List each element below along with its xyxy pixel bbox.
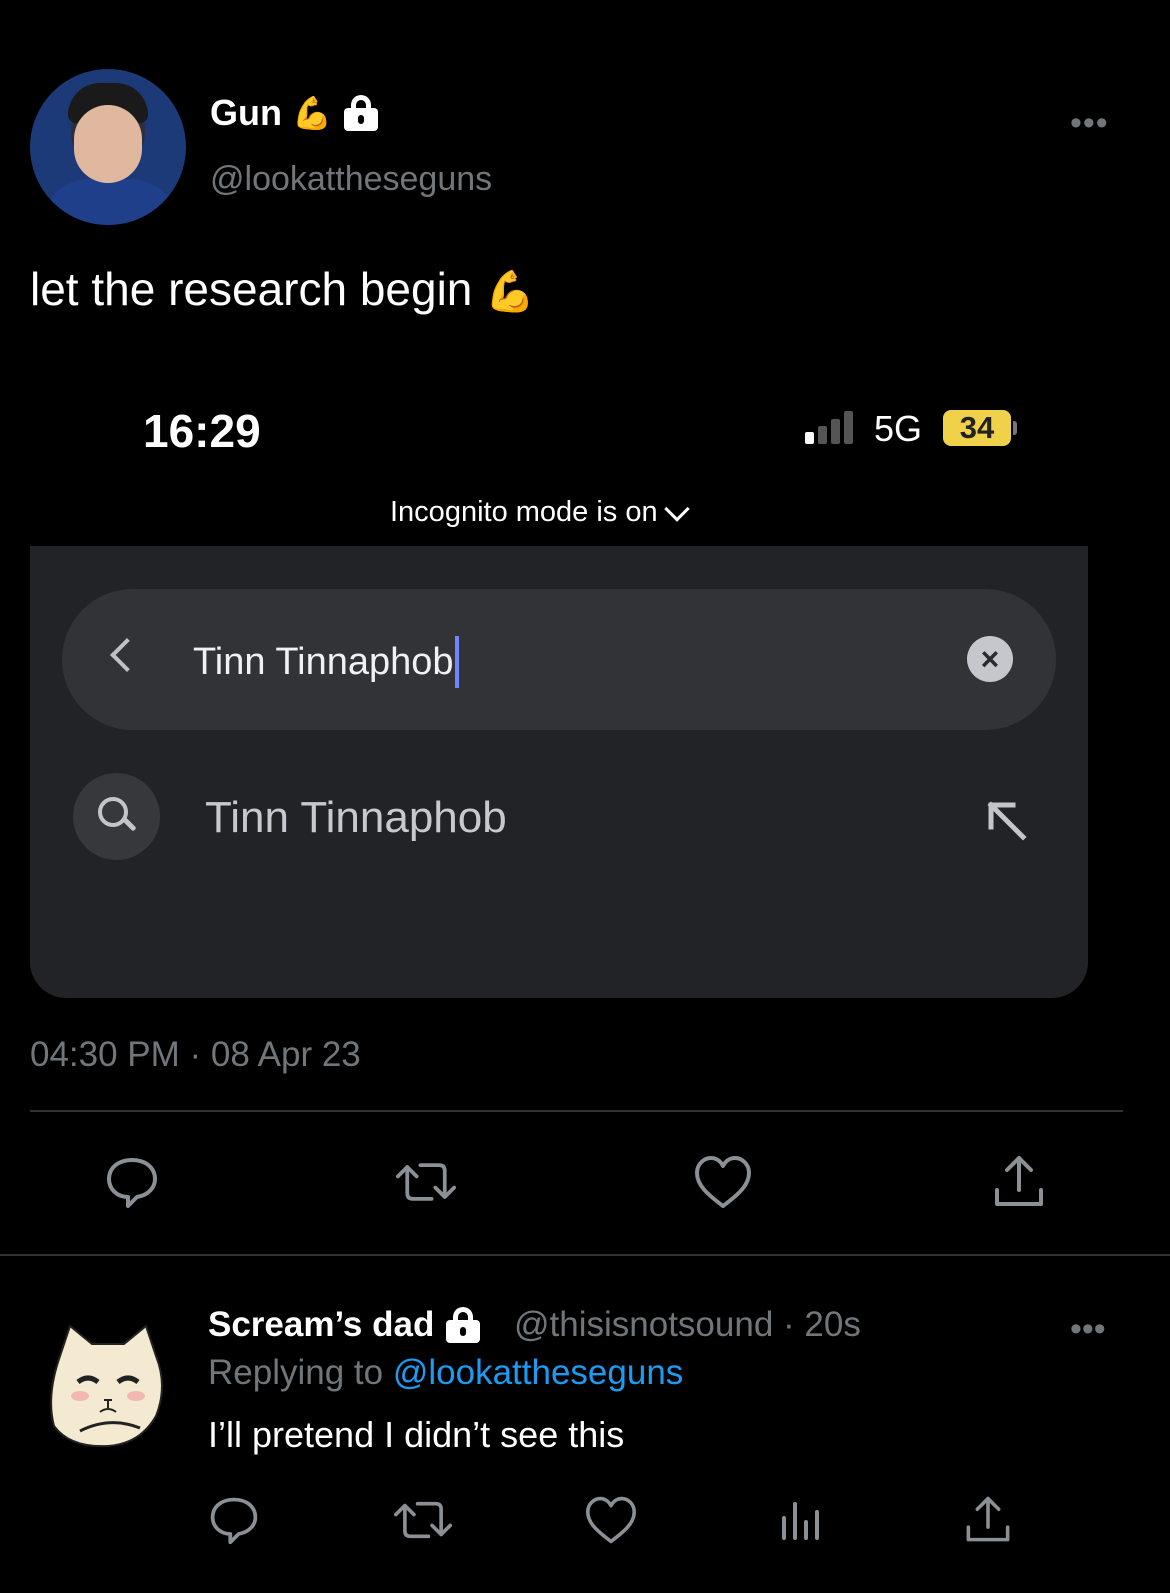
- lock-icon: [342, 95, 380, 131]
- network-label: 5G: [874, 408, 923, 449]
- tweet-text-body: let the research begin: [30, 263, 473, 315]
- tweet-text: let the research begin 💪: [30, 262, 535, 316]
- retweet-icon: [396, 1163, 456, 1201]
- flexed-biceps-emoji: 💪: [485, 270, 535, 314]
- signal-icon: [805, 410, 853, 444]
- incognito-label: Incognito mode is on: [390, 496, 658, 528]
- incognito-banner: Incognito mode is on: [390, 495, 690, 529]
- reply-icon: [210, 1497, 258, 1545]
- retweet-button[interactable]: [393, 1490, 453, 1550]
- reply-text: I’ll pretend I didn’t see this: [208, 1414, 625, 1455]
- divider: [0, 1254, 1170, 1256]
- search-input-value: Tinn Tinnaphob: [193, 640, 454, 683]
- text-cursor: [454, 636, 459, 688]
- share-icon: [966, 1496, 1010, 1542]
- like-icon: [695, 1156, 751, 1208]
- reply-button[interactable]: [204, 1490, 264, 1550]
- chevron-down-icon: [663, 495, 690, 522]
- share-icon: [995, 1156, 1043, 1206]
- analytics-button[interactable]: [770, 1490, 830, 1550]
- reply-icon: [107, 1158, 157, 1208]
- divider: [30, 1110, 1123, 1112]
- flexed-biceps-emoji: 💪: [291, 95, 332, 131]
- more-options-button[interactable]: •••: [1070, 1310, 1106, 1349]
- display-name: Scream’s dad: [208, 1305, 435, 1344]
- avatar[interactable]: [40, 1316, 175, 1451]
- share-button[interactable]: [989, 1152, 1049, 1212]
- author-handle[interactable]: @lookattheseguns: [210, 160, 492, 199]
- like-icon: [585, 1496, 636, 1544]
- share-button[interactable]: [958, 1490, 1018, 1550]
- like-button[interactable]: [693, 1152, 753, 1212]
- reply-button[interactable]: [102, 1152, 162, 1212]
- tweet-author-name[interactable]: Gun 💪: [210, 92, 380, 134]
- clear-icon: ×: [967, 636, 1013, 682]
- reply-author-name[interactable]: Scream’s dad: [208, 1305, 482, 1345]
- replying-to: Replying to @lookattheseguns: [208, 1353, 683, 1393]
- like-button[interactable]: [581, 1490, 641, 1550]
- analytics-icon: [782, 1502, 819, 1540]
- replying-prefix: Replying to: [208, 1353, 384, 1392]
- status-bar-time: 16:29: [143, 405, 261, 457]
- tweet-timestamp[interactable]: 04:30 PM · 08 Apr 23: [30, 1035, 361, 1075]
- battery-tip: [1013, 421, 1017, 435]
- retweet-button[interactable]: [396, 1152, 456, 1212]
- mention-link[interactable]: @lookattheseguns: [393, 1353, 683, 1392]
- fill-query-arrow-icon: [987, 801, 1027, 841]
- display-name: Gun: [210, 92, 282, 133]
- retweet-icon: [394, 1501, 452, 1539]
- avatar[interactable]: [30, 69, 186, 225]
- search-input: Tinn Tinnaphob: [193, 636, 459, 688]
- more-options-button[interactable]: •••: [1070, 104, 1109, 143]
- reply-handle-time[interactable]: @thisisnotsound · 20s: [514, 1305, 861, 1345]
- battery-icon: 34: [943, 410, 1011, 446]
- lock-icon: [444, 1307, 482, 1343]
- search-suggestion: Tinn Tinnaphob: [205, 793, 507, 842]
